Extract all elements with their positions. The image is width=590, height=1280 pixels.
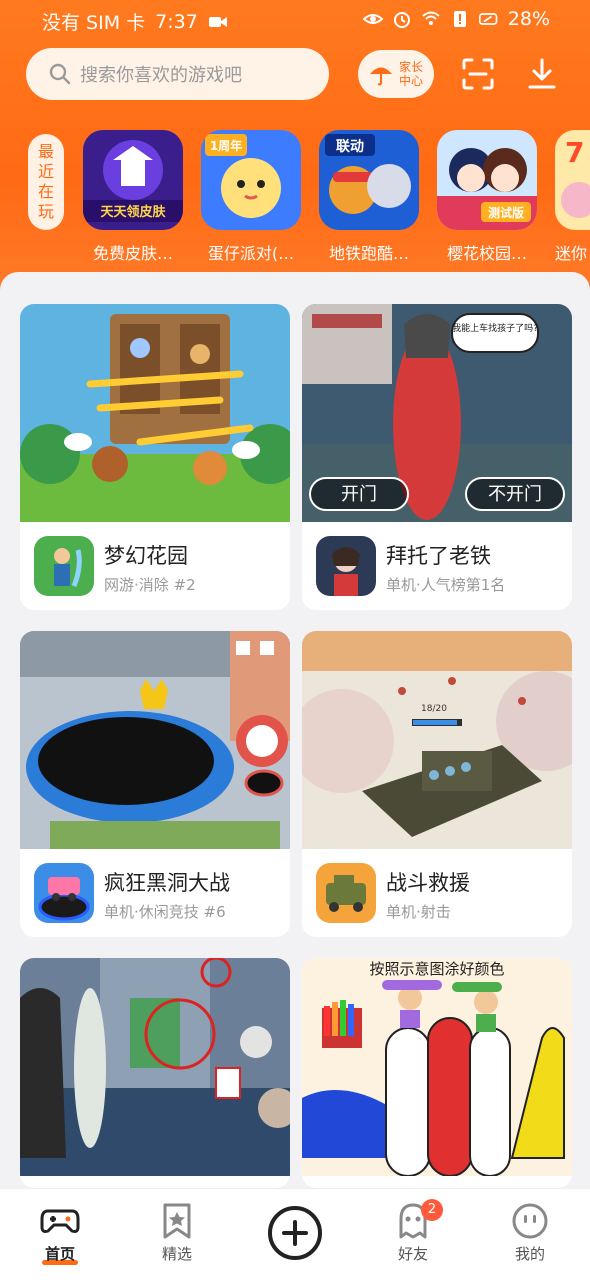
game-banner: 按照示意图涂好颜色 [302,958,572,1176]
search-icon [49,63,71,85]
recent-label-char: 近 [37,162,54,181]
battery-level: 28% [507,8,550,30]
game-title: 疯狂黑洞大战 [104,871,230,895]
nav-home[interactable]: 首页 [20,1203,100,1265]
nav-featured[interactable]: 精选 [137,1203,217,1264]
open-door-label: 开门 [341,484,377,505]
bookmark-star-icon [163,1203,191,1239]
game-icon: 1周年 [201,130,301,230]
game-subtitle: 单机·休闲竞技 #6 [104,903,226,921]
game-banner: 我能上车找孩子了吗? 开门 不开门 [302,304,572,522]
face-icon [512,1203,548,1239]
recent-label-char: 最 [37,142,54,161]
game-title: 战斗救援 [386,871,470,895]
game-icon [316,536,376,596]
recent-3-icon-text: 联动 [336,138,364,155]
video-record-icon [208,16,227,27]
bubble-text: 我能上车找孩子了吗? [452,322,538,334]
recent-game-5[interactable]: 7 迷你 [555,130,590,263]
recent-label-char: 玩 [37,202,54,221]
plus-circle-icon[interactable] [268,1206,322,1260]
keep-closed-label: 不开门 [488,484,542,505]
game-card[interactable]: 梦幻花园 网游·消除 #2 [20,304,290,610]
progress-counter: 18/20 [421,704,447,714]
recent-game-2[interactable]: 1周年 蛋仔派对(… [201,130,301,263]
recent-game-name: 免费皮肤… [92,244,173,263]
search-placeholder: 搜索你喜欢的游戏吧 [80,65,242,86]
game-title: 梦幻花园 [104,544,188,568]
gamepad-icon [40,1209,80,1233]
game-card[interactable]: 疯狂黑洞大战 单机·休闲竞技 #6 [20,631,290,937]
game-icon: 测试版 [437,130,537,230]
game-card[interactable] [20,958,290,1188]
parent-label-1: 家长 [398,60,423,74]
game-icon: 7 [555,130,590,230]
download-icon[interactable] [522,54,562,94]
nav-profile[interactable]: 我的 [490,1203,570,1264]
friends-badge: 2 [421,1199,443,1221]
game-card[interactable]: 我能上车找孩子了吗? 开门 不开门 拜托了老铁 单机·人气榜第1名 [302,304,572,610]
game-card[interactable]: 按照示意图涂好颜色 [302,958,572,1188]
recent-game-1[interactable]: 天天领皮肤 免费皮肤… [83,130,183,263]
game-subtitle: 单机·射击 [386,903,451,921]
nav-home-label: 首页 [44,1245,75,1263]
recent-game-4[interactable]: 测试版 樱花校园… [437,130,537,263]
game-icon [316,863,376,923]
search-input[interactable]: 搜索你喜欢的游戏吧 [26,48,329,100]
alarm-icon [393,12,410,28]
recent-label-char: 在 [37,182,54,201]
recent-game-name: 樱花校园… [446,244,527,263]
recent-4-icon-text: 测试版 [488,205,524,220]
battery-saver-icon [478,13,498,25]
game-banner [20,958,290,1176]
game-icon: 联动 [319,130,419,230]
image-caption: 按照示意图涂好颜色 [369,960,504,978]
nav-profile-label: 我的 [514,1245,545,1263]
game-title: 拜托了老铁 [386,544,491,568]
recent-2-icon-text: 1周年 [210,138,242,153]
parent-label-2: 中心 [398,74,423,88]
recent-game-3[interactable]: 联动 地铁跑酷… [319,130,419,263]
umbrella-icon [370,67,392,86]
game-subtitle: 单机·人气榜第1名 [386,576,506,594]
recent-game-name: 蛋仔派对(… [207,244,295,263]
game-banner: 18/20 [302,631,572,849]
wifi-icon [422,11,440,25]
eye-icon [362,14,383,24]
recent-1-icon-text: 天天领皮肤 [100,204,166,220]
carrier-label: 没有 SIM 卡 [42,12,146,34]
scan-icon[interactable] [458,54,498,94]
alert-icon [453,11,466,27]
game-banner [20,304,290,522]
game-icon: 天天领皮肤 [83,130,183,230]
game-banner [20,631,290,849]
game-subtitle: 网游·消除 #2 [104,576,196,594]
nav-friends[interactable]: 2 好友 [373,1199,453,1264]
status-bar: 没有 SIM 卡 7:37 28% [0,0,590,40]
recent-5-icon-text: 7 [565,136,584,169]
nav-friends-label: 好友 [397,1245,428,1263]
game-card[interactable]: 18/20 战斗救援 单机·射击 [302,631,572,937]
clock: 7:37 [155,10,198,33]
recent-game-name: 迷你 [555,244,588,263]
nav-featured-label: 精选 [161,1245,192,1263]
game-icon [34,536,94,596]
recent-played-label: 最 近 在 玩 [28,134,64,230]
recent-game-name: 地铁跑酷… [328,244,409,263]
parent-center-button[interactable]: 家长 中心 [358,50,434,98]
game-icon [34,863,94,923]
